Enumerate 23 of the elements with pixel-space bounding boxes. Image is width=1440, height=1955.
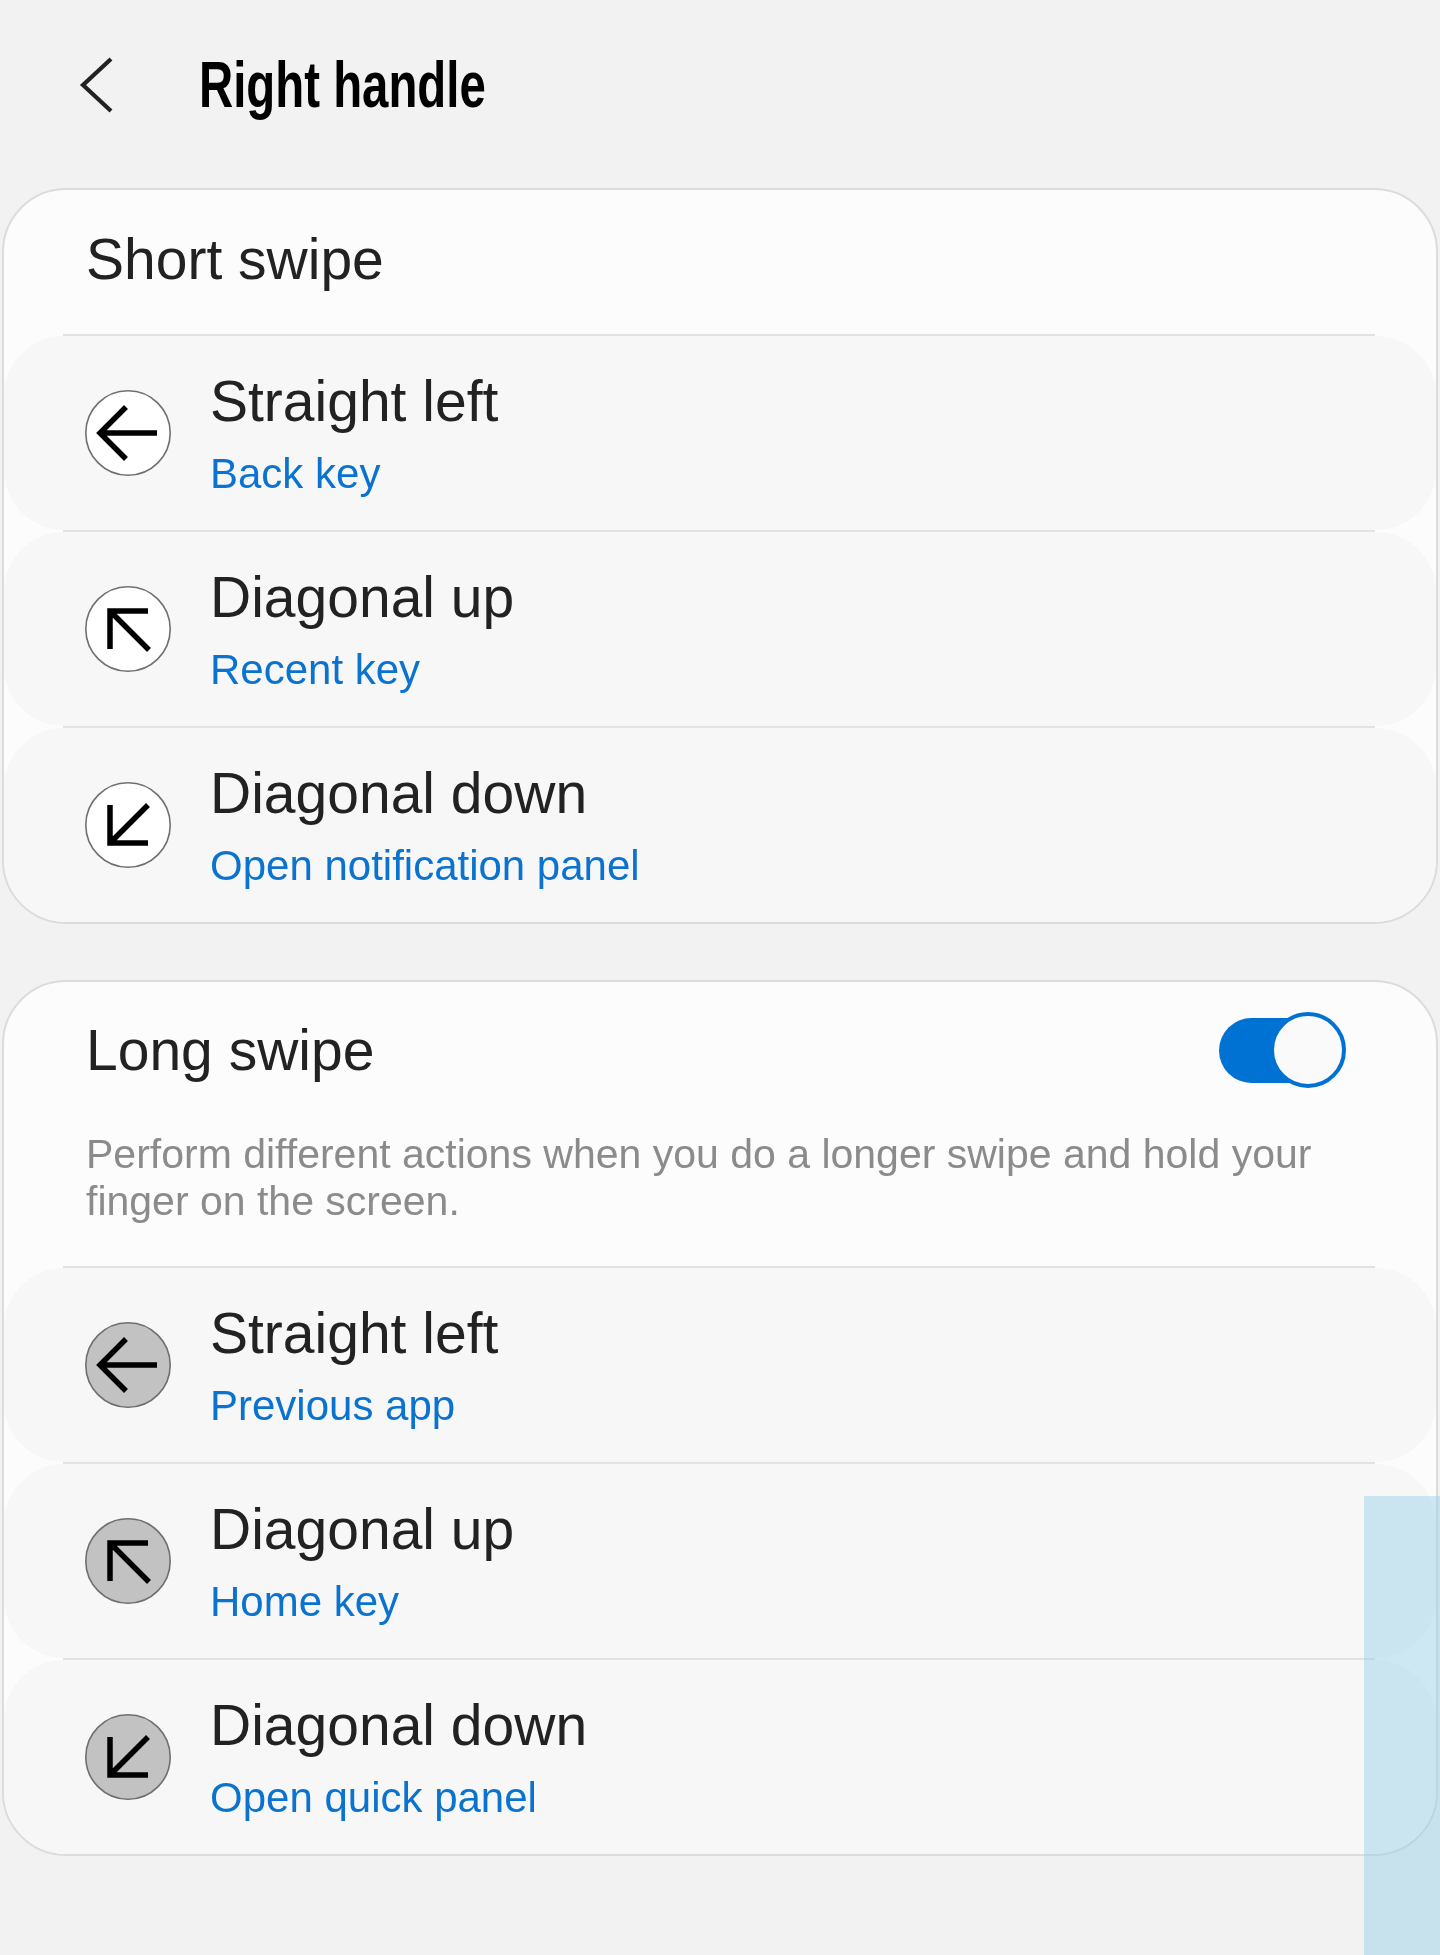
gesture-name: Diagonal down xyxy=(210,760,589,826)
action-name: Open notification panel xyxy=(210,841,640,890)
list-item[interactable]: Diagonal down Open notification panel xyxy=(4,728,1436,922)
section-title: Short swipe xyxy=(86,227,384,292)
list-item[interactable]: Straight left Previous app xyxy=(4,1268,1436,1462)
edge-handle[interactable] xyxy=(1364,1496,1440,1955)
section-title: Long swipe xyxy=(86,1018,375,1083)
gesture-name: Diagonal up xyxy=(210,1496,515,1562)
gesture-name: Straight left xyxy=(210,1300,499,1366)
gesture-name: Straight left xyxy=(210,368,499,434)
action-name: Home key xyxy=(210,1577,401,1626)
list-item[interactable]: Straight left Back key xyxy=(4,336,1436,530)
action-name: Previous app xyxy=(210,1381,457,1430)
action-name: Recent key xyxy=(210,645,422,694)
list-item[interactable]: Diagonal up Recent key xyxy=(4,532,1436,726)
toggle-switch[interactable] xyxy=(1219,1012,1346,1089)
action-name: Open quick panel xyxy=(210,1773,538,1822)
section-description: Perform different actions when you do a longer swipe and hold your finger on the screen. xyxy=(86,1131,1313,1225)
gesture-name: Diagonal down xyxy=(210,1692,588,1758)
chevron-left-icon xyxy=(79,57,113,113)
action-name: Back key xyxy=(210,449,382,498)
back-button[interactable] xyxy=(79,57,113,113)
gesture-name: Diagonal up xyxy=(210,564,515,630)
